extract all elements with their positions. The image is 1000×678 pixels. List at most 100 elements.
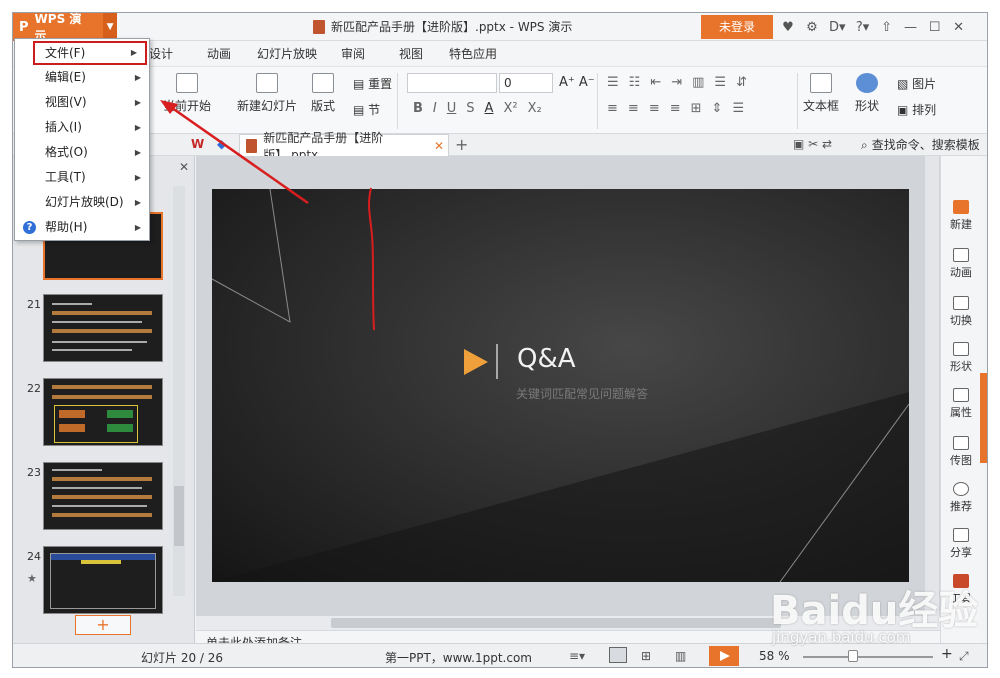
notes-toggle-icon[interactable]: ≡▾ — [569, 649, 585, 663]
scrollbar-thumb[interactable] — [174, 486, 184, 546]
bullets-icon[interactable]: ☰ — [607, 75, 619, 90]
close-tab-icon[interactable]: ✕ — [434, 139, 444, 153]
send-image-icon — [953, 436, 969, 450]
columns-icon[interactable]: ▥ — [692, 75, 704, 90]
document-tab[interactable]: 新匹配产品手册【进阶版】.pptx ✕ — [239, 131, 449, 162]
current-slide[interactable]: Q&A 关键词匹配常见问题解答 — [212, 189, 909, 582]
add-slide-button[interactable]: + — [75, 615, 131, 635]
tab-design[interactable]: 设计 — [149, 42, 173, 66]
thumb-bar — [52, 311, 152, 315]
tab-special[interactable]: 特色应用 — [449, 42, 497, 66]
line-spacing-icon[interactable]: ☰ — [714, 75, 726, 90]
collapse-ribbon-icon[interactable]: ⇧ — [880, 20, 894, 35]
side-label: 传图 — [950, 454, 972, 467]
font-color-icon[interactable]: A — [485, 101, 494, 116]
command-search[interactable]: ⌕ 查找命令、搜索模板 — [861, 134, 980, 156]
justify-icon[interactable]: ≡ — [670, 101, 681, 116]
sorter-view-icon[interactable]: ⊞ — [641, 649, 651, 663]
play-from-current-button[interactable]: 当前开始 — [163, 73, 211, 114]
reset-button[interactable]: ▤ 重置 — [353, 75, 392, 92]
side-send-image[interactable]: 传图 — [941, 436, 981, 468]
slide-vertical-scrollbar[interactable] — [925, 156, 939, 616]
arrange-button[interactable]: ▣ 排列 — [897, 101, 936, 118]
reading-view-icon[interactable]: ▥ — [675, 649, 686, 663]
thumb-block — [59, 424, 85, 432]
add-tab-icon[interactable]: + — [455, 135, 468, 154]
menu-item-file[interactable]: 文件(F) ▶ — [33, 41, 147, 65]
settings-icon[interactable]: ⚙ — [805, 20, 819, 35]
close-panel-icon[interactable]: ✕ — [179, 160, 189, 174]
scrollbar-thumb[interactable] — [331, 618, 781, 628]
share-icon[interactable]: D▾ — [829, 20, 846, 35]
tab-slideshow[interactable]: 幻灯片放映 — [257, 42, 317, 66]
layout-button[interactable]: 版式 — [311, 73, 335, 114]
thumbnail-slide-24[interactable] — [43, 546, 163, 614]
bold-icon[interactable]: B — [413, 101, 423, 116]
tab-view[interactable]: 视图 — [399, 42, 423, 66]
align-center-icon[interactable]: ≡ — [628, 101, 639, 116]
thumbnail-slide-23[interactable] — [43, 462, 163, 530]
section-button[interactable]: ▤ 节 — [353, 101, 380, 118]
side-new[interactable]: 新建 — [941, 200, 981, 232]
menu-item-view[interactable]: 视图(V) ▶ — [15, 90, 149, 115]
strikethrough-icon[interactable]: S — [466, 101, 474, 116]
thumbnail-slide-21[interactable] — [43, 294, 163, 362]
menu-item-edit[interactable]: 编辑(E) ▶ — [15, 65, 149, 90]
menu-label: 编辑(E) — [45, 70, 86, 84]
wps-menu-button[interactable]: P WPS 演示 ▼ — [13, 13, 117, 43]
textbox-label: 文本框 — [803, 99, 840, 113]
side-shape[interactable]: 形状 — [941, 342, 981, 374]
para-spacing-icon[interactable]: ☰ — [732, 101, 744, 116]
italic-icon[interactable]: I — [433, 101, 437, 116]
skin-icon[interactable]: ♥ — [781, 20, 795, 35]
side-share[interactable]: 分享 — [941, 528, 981, 560]
underline-icon[interactable]: U — [447, 101, 457, 116]
thumbnail-slide-22[interactable] — [43, 378, 163, 446]
login-button[interactable]: 未登录 — [701, 15, 773, 39]
align-left-icon[interactable]: ≡ — [607, 101, 618, 116]
normal-view-icon[interactable] — [609, 647, 627, 663]
close-icon[interactable]: ✕ — [952, 20, 966, 35]
decrease-indent-icon[interactable]: ⇤ — [650, 75, 661, 90]
side-animation[interactable]: 动画 — [941, 248, 981, 280]
menu-item-insert[interactable]: 插入(I) ▶ — [15, 115, 149, 140]
subscript-icon[interactable]: X₂ — [528, 101, 542, 116]
minimize-icon[interactable]: — — [904, 20, 918, 35]
menu-label: 格式(O) — [45, 145, 88, 159]
help-icon[interactable]: ?▾ — [856, 20, 870, 35]
chevron-right-icon: ▶ — [134, 173, 141, 182]
side-properties[interactable]: 属性 — [941, 388, 981, 420]
picture-button[interactable]: ▧ 图片 — [897, 75, 936, 92]
text-direction-icon[interactable]: ⇵ — [736, 75, 747, 90]
play-triangle-icon — [464, 349, 488, 375]
numbering-icon[interactable]: ☷ — [629, 75, 641, 90]
toolbar-misc-icons[interactable]: ▣ ✂ ⇄ — [793, 137, 832, 151]
superscript-icon[interactable]: X² — [503, 101, 517, 116]
play-from-current-icon — [176, 73, 198, 93]
side-recommend[interactable]: 推荐 — [941, 482, 981, 514]
chevron-down-icon[interactable]: ▼ — [103, 13, 117, 41]
grow-font-icon[interactable]: A⁺ A⁻ — [559, 75, 595, 90]
textbox-button[interactable]: 文本框 — [803, 73, 839, 114]
align-right-icon[interactable]: ≡ — [649, 101, 660, 116]
cube-icon[interactable]: ◆ — [217, 137, 226, 151]
distribute-icon[interactable]: ⊞ — [691, 101, 702, 116]
thumbnail-scrollbar[interactable] — [173, 186, 185, 596]
tab-review[interactable]: 审阅 — [341, 42, 365, 66]
font-name-select[interactable] — [407, 73, 497, 93]
wps-cloud-icon[interactable]: W — [191, 137, 204, 151]
menu-item-help[interactable]: ? 帮助(H) ▶ — [15, 215, 149, 240]
menu-item-slideshow[interactable]: 幻灯片放映(D) ▶ — [15, 190, 149, 215]
side-transition[interactable]: 切换 — [941, 296, 981, 328]
increase-indent-icon[interactable]: ⇥ — [671, 75, 682, 90]
play-slideshow-button[interactable] — [709, 646, 739, 666]
vertical-align-icon[interactable]: ⇕ — [712, 101, 723, 116]
menu-item-tools[interactable]: 工具(T) ▶ — [15, 165, 149, 190]
task-pane-toggle[interactable] — [980, 373, 987, 463]
shape-button[interactable]: 形状 — [855, 73, 879, 114]
font-size-select[interactable]: 0 — [499, 73, 553, 93]
maximize-icon[interactable]: ☐ — [928, 20, 942, 35]
menu-item-format[interactable]: 格式(O) ▶ — [15, 140, 149, 165]
new-slide-button[interactable]: 新建幻灯片 — [237, 73, 297, 114]
tab-animation[interactable]: 动画 — [207, 42, 231, 66]
